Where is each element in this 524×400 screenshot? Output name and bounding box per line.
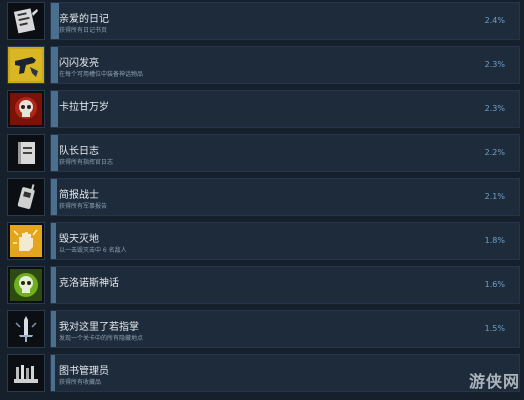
achievement-description: 获得所有军事报告: [59, 203, 108, 210]
radio-icon: [7, 178, 45, 216]
achievement-title: 克洛诺斯神话: [59, 278, 119, 289]
progress-fill: [51, 267, 56, 303]
site-watermark: 游侠网: [469, 368, 520, 392]
progress-fill: [51, 355, 55, 391]
progress-bar: 队长日志 获得所有指挥官日志 2.2%: [50, 134, 520, 172]
achievement-description: 获得所有收藏品: [59, 379, 102, 386]
achievement-percent: 2.3%: [484, 104, 505, 113]
progress-fill: [51, 3, 59, 39]
achievement-percent: 2.4%: [484, 16, 505, 25]
watermark-text: 游侠网: [468, 372, 520, 391]
progress-bar: 图书管理员 获得所有收藏品: [50, 354, 520, 392]
achievement-row[interactable]: 我对这里了若指掌 发现一个关卡中的所有隐藏地点 1.5%: [4, 310, 520, 352]
progress-bar: 亲爱的日记 获得所有日记书页 2.4%: [50, 2, 520, 40]
achievement-row[interactable]: 毁天灭地 以一击毁灭击中 6 名敌人 1.8%: [4, 222, 520, 264]
achievement-description: 发现一个关卡中的所有隐藏地点: [59, 335, 144, 342]
progress-bar: 卡拉甘万岁 2.3%: [50, 90, 520, 128]
achievement-title: 图书管理员: [59, 366, 109, 377]
progress-fill: [51, 311, 56, 347]
achievement-row[interactable]: 亲爱的日记 获得所有日记书页 2.4%: [4, 2, 520, 44]
achievement-row[interactable]: 闪闪发亮 在每个可用槽位中装备神话物品 2.3%: [4, 46, 520, 88]
green-skull-icon: [7, 266, 45, 304]
progress-bar: 我对这里了若指掌 发现一个关卡中的所有隐藏地点 1.5%: [50, 310, 520, 348]
progress-fill: [51, 135, 58, 171]
progress-fill: [51, 223, 56, 259]
achievement-percent: 1.5%: [484, 324, 505, 333]
achievement-percent: 1.6%: [484, 280, 505, 289]
progress-bar: 克洛诺斯神话 1.6%: [50, 266, 520, 304]
achievement-title: 卡拉甘万岁: [59, 102, 109, 113]
achievement-description: 获得所有指挥官日志: [59, 159, 114, 166]
progress-fill: [51, 47, 58, 83]
library-icon: [7, 354, 45, 392]
progress-bar: 简报战士 获得所有军事报告 2.1%: [50, 178, 520, 216]
achievement-title: 我对这里了若指掌: [59, 322, 139, 333]
journal-icon: [7, 2, 45, 40]
sword-icon: [7, 310, 45, 348]
achievement-description: 以一击毁灭击中 6 名敌人: [59, 247, 127, 254]
achievement-description: 在每个可用槽位中装备神话物品: [59, 71, 144, 78]
achievement-percent: 1.8%: [484, 236, 505, 245]
achievement-title: 亲爱的日记: [59, 14, 109, 25]
achievement-title: 队长日志: [59, 146, 99, 157]
achievement-title: 简报战士: [59, 190, 99, 201]
achievement-row[interactable]: 卡拉甘万岁 2.3%: [4, 90, 520, 132]
gun-icon: [7, 46, 45, 84]
achievement-row[interactable]: 图书管理员 获得所有收藏品: [4, 354, 520, 396]
progress-fill: [51, 179, 57, 215]
fist-icon: [7, 222, 45, 260]
achievement-row[interactable]: 简报战士 获得所有军事报告 2.1%: [4, 178, 520, 220]
achievement-row[interactable]: 克洛诺斯神话 1.6%: [4, 266, 520, 308]
logbook-icon: [7, 134, 45, 172]
achievement-percent: 2.3%: [484, 60, 505, 69]
achievement-row[interactable]: 队长日志 获得所有指挥官日志 2.2%: [4, 134, 520, 176]
achievement-percent: 2.2%: [484, 148, 505, 157]
achievement-title: 闪闪发亮: [59, 58, 99, 69]
achievement-description: 获得所有日记书页: [59, 27, 108, 34]
skull-icon: [7, 90, 45, 128]
achievement-percent: 2.1%: [484, 192, 505, 201]
progress-bar: 闪闪发亮 在每个可用槽位中装备神话物品 2.3%: [50, 46, 520, 84]
progress-fill: [51, 91, 58, 127]
progress-bar: 毁天灭地 以一击毁灭击中 6 名敌人 1.8%: [50, 222, 520, 260]
achievement-title: 毁天灭地: [59, 234, 99, 245]
